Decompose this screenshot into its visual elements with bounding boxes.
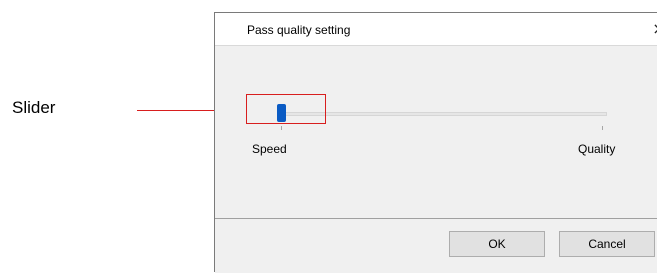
close-icon: × xyxy=(652,19,657,38)
slider-tick-max xyxy=(602,126,603,130)
annotation-highlight-box xyxy=(246,94,326,124)
slider-min-label: Speed xyxy=(252,142,287,156)
dialog-client-area: Speed Quality xyxy=(215,45,657,219)
dialog-title: Pass quality setting xyxy=(247,23,351,37)
annotation-label: Slider xyxy=(12,98,56,117)
slider-tick-min xyxy=(281,126,282,130)
slider-track[interactable] xyxy=(281,112,607,116)
dialog-footer: OK Cancel xyxy=(215,219,657,273)
cancel-button[interactable]: Cancel xyxy=(559,231,655,257)
dialog-titlebar: Pass quality setting × xyxy=(215,13,657,45)
pass-quality-dialog: Pass quality setting × Speed Quality OK … xyxy=(214,12,657,273)
close-button[interactable]: × xyxy=(647,17,657,41)
ok-button[interactable]: OK xyxy=(449,231,545,257)
slider-max-label: Quality xyxy=(578,142,616,156)
